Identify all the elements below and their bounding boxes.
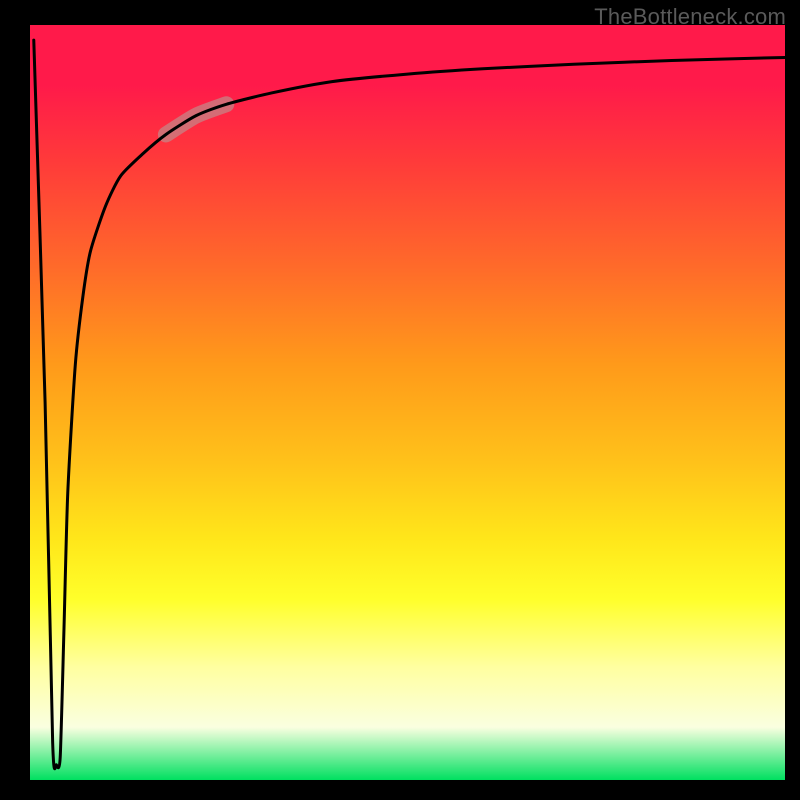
chart-container: TheBottleneck.com [0,0,800,800]
plot-gradient-background [30,25,785,780]
attribution-text: TheBottleneck.com [594,4,786,30]
